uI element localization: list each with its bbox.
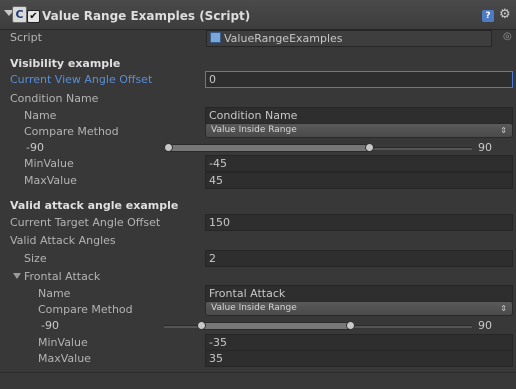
attack-name-label: Name xyxy=(38,287,71,300)
attack-compare-method-label: Compare Method xyxy=(38,303,133,316)
range-slider-fill[interactable] xyxy=(167,144,373,152)
script-component-icon: C xyxy=(12,6,27,23)
min-value-label: MinValue xyxy=(24,157,74,170)
condition-name-field-label: Name xyxy=(24,109,57,122)
valid-attack-angles-label: Valid Attack Angles xyxy=(10,234,116,247)
compare-method-value: Value Inside Range xyxy=(211,125,297,135)
view-angle-input[interactable]: 0 xyxy=(205,71,513,88)
attack-name-input[interactable]: Frontal Attack xyxy=(205,285,513,302)
valid-attack-section-title: Valid attack angle example xyxy=(10,199,179,212)
help-icon[interactable]: ? xyxy=(482,10,494,22)
attack-slider-max-handle[interactable] xyxy=(346,321,355,330)
range-slider-min-handle[interactable] xyxy=(164,143,173,152)
foldout-expanded-icon[interactable] xyxy=(13,273,21,279)
inspector-separator xyxy=(0,372,516,373)
max-value-label: MaxValue xyxy=(24,174,77,187)
script-file-icon xyxy=(210,32,221,43)
dropdown-arrows-icon: ⇕ xyxy=(500,304,507,313)
dropdown-arrows-icon: ⇕ xyxy=(500,126,507,135)
attack-slider-min-label: -90 xyxy=(38,318,158,335)
script-value: ValueRangeExamples xyxy=(224,32,343,45)
condition-name-input[interactable]: Condition Name xyxy=(205,107,513,124)
attack-max-value-input[interactable]: 35 xyxy=(205,350,513,367)
slider-min-label: -90 xyxy=(23,140,161,157)
enabled-checkbox[interactable]: ✔ xyxy=(27,10,40,23)
attack-slider-min-handle[interactable] xyxy=(197,321,206,330)
condition-name-label: Condition Name xyxy=(10,92,99,105)
script-object-field[interactable]: ValueRangeExamples xyxy=(206,30,492,47)
component-title: Value Range Examples (Script) xyxy=(42,9,251,23)
target-angle-label: Current Target Angle Offset xyxy=(10,216,161,229)
object-picker-icon[interactable]: ◎ xyxy=(503,31,512,42)
attack-compare-method-value: Value Inside Range xyxy=(211,303,297,313)
frontal-attack-label[interactable]: Frontal Attack xyxy=(24,270,100,283)
min-value-input[interactable]: -45 xyxy=(205,155,513,172)
attack-max-value-label: MaxValue xyxy=(38,352,91,365)
size-label: Size xyxy=(24,252,47,265)
attack-min-value-input[interactable]: -35 xyxy=(205,334,513,351)
attack-range-slider-fill[interactable] xyxy=(200,322,352,330)
size-input[interactable]: 2 xyxy=(205,250,513,267)
target-angle-input[interactable]: 150 xyxy=(205,214,513,231)
max-value-input[interactable]: 45 xyxy=(205,172,513,189)
script-label: Script xyxy=(10,31,42,44)
attack-compare-method-dropdown[interactable]: Value Inside Range ⇕ xyxy=(205,301,513,316)
range-slider-max-handle[interactable] xyxy=(365,143,374,152)
view-angle-label: Current View Angle Offset xyxy=(10,73,153,86)
visibility-section-title: Visibility example xyxy=(10,57,121,70)
attack-slider-max-label: 90 xyxy=(475,318,513,335)
attack-min-value-label: MinValue xyxy=(38,336,88,349)
compare-method-dropdown[interactable]: Value Inside Range ⇕ xyxy=(205,123,513,138)
gear-icon[interactable]: ⚙ xyxy=(499,7,511,22)
compare-method-label: Compare Method xyxy=(24,125,119,138)
